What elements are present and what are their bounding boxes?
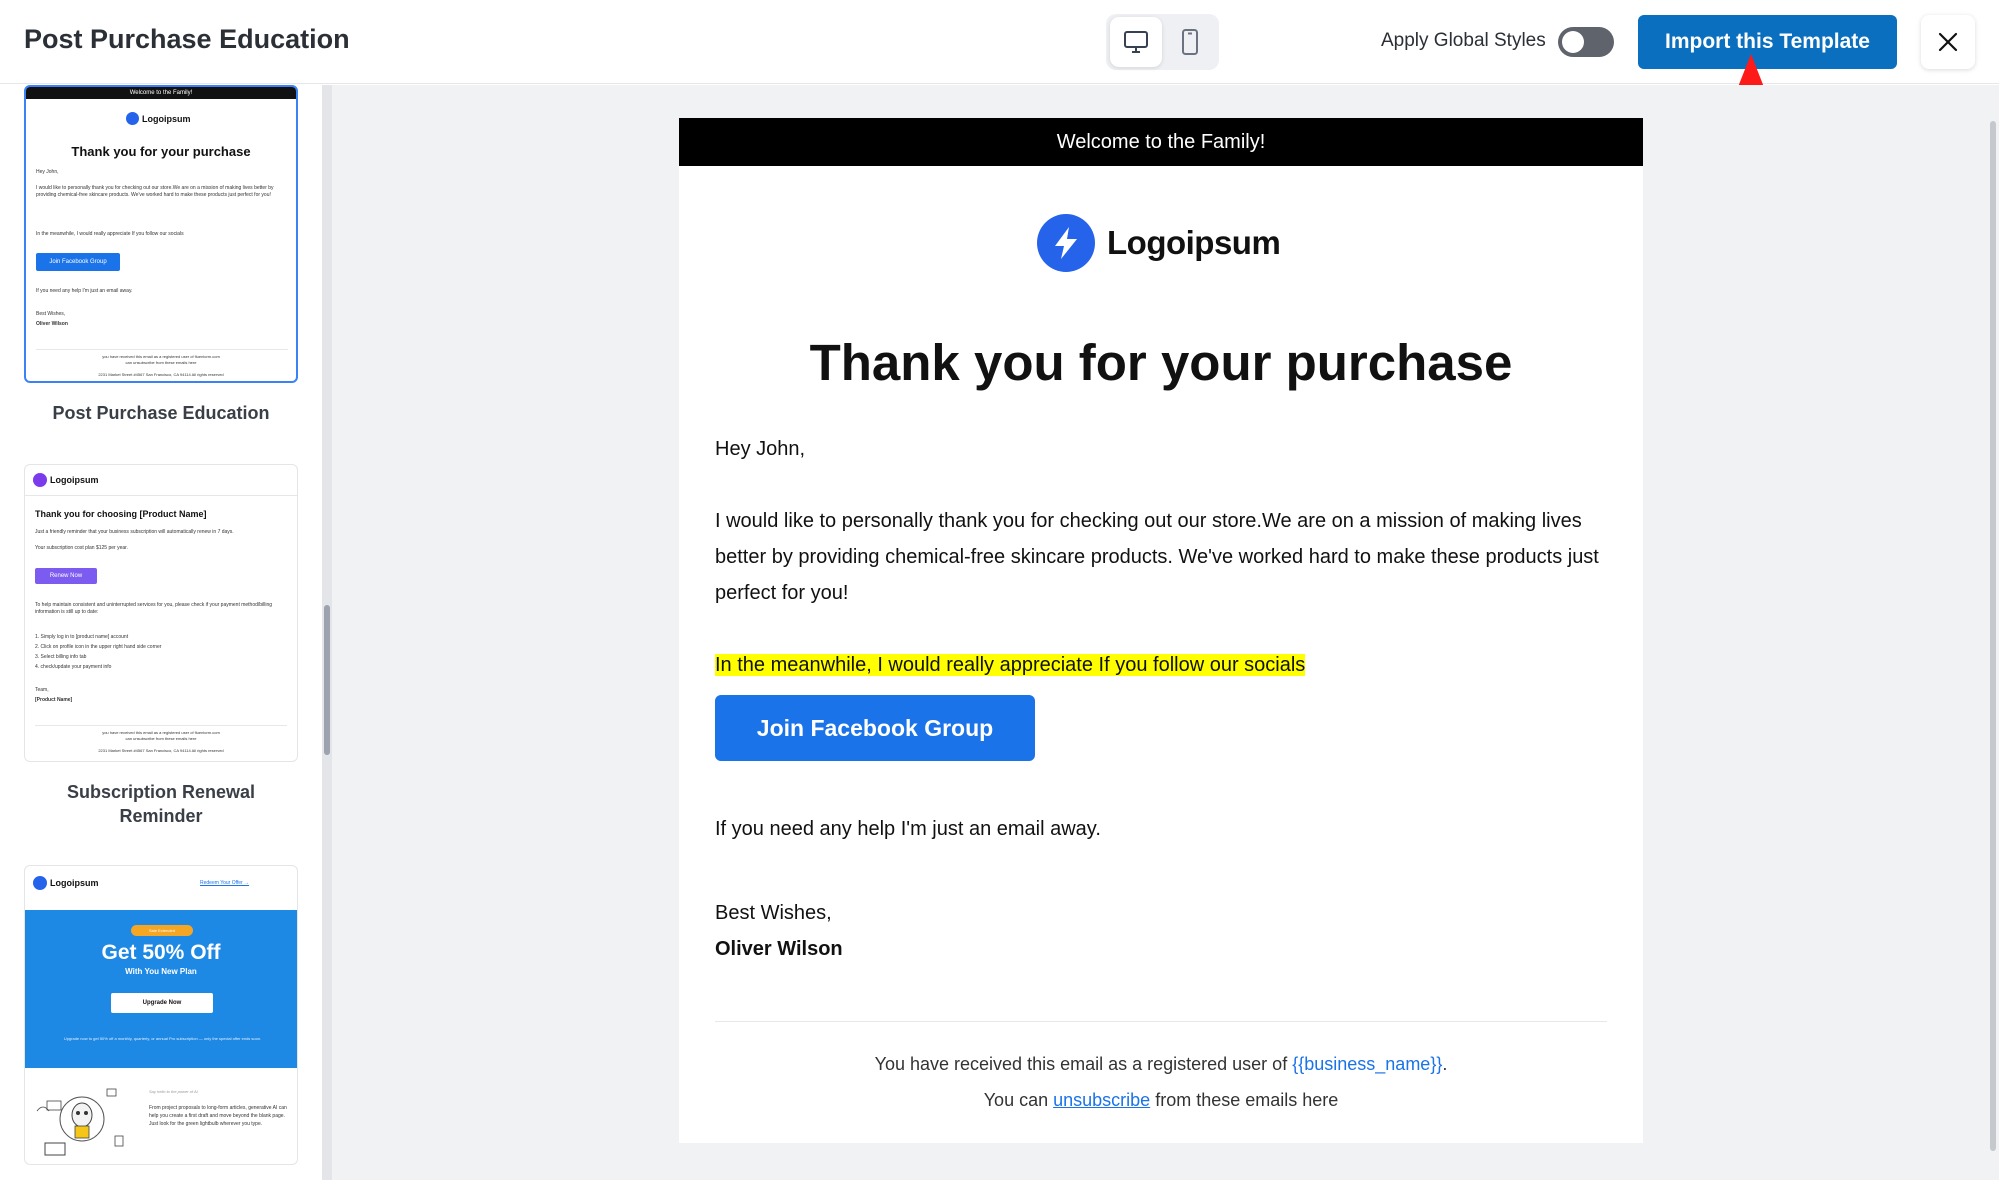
mini-step: 4. check/update your payment info: [35, 664, 112, 670]
mini-team: Team,: [35, 687, 49, 693]
mini-badge: Sale Extended: [131, 925, 193, 936]
mini-heading: Thank you for choosing [Product Name]: [35, 509, 207, 519]
mini-step: 3. Select billing info tab: [35, 654, 87, 660]
highlighted-text: In the meanwhile, I would really appreci…: [715, 654, 1306, 676]
mini-heading: Get 50% Off: [101, 941, 221, 964]
footer-line-1: You have received this email as a regist…: [679, 1054, 1643, 1075]
illustration-image: [36, 1088, 124, 1156]
template-card-upgrade-offer[interactable]: Logoipsum Redeem Your Offer → Sale Exten…: [24, 865, 298, 1165]
desktop-icon: [1124, 31, 1148, 53]
preview-scrollbar[interactable]: [1984, 85, 1999, 1180]
template-name: Post Purchase Education: [52, 403, 270, 423]
apply-global-styles-toggle[interactable]: [1558, 27, 1614, 57]
logo-icon: [126, 112, 139, 125]
mini-step: 2. Click on profile icon in the upper ri…: [35, 644, 162, 650]
template-card-post-purchase[interactable]: Welcome to the Family! Logoipsum Thank y…: [24, 85, 298, 383]
template-sidebar: Welcome to the Family! Logoipsum Thank y…: [0, 85, 322, 1180]
lightning-icon: [1055, 227, 1077, 259]
mini-subheading: With You New Plan: [125, 967, 197, 976]
mini-help: If you need any help I'm just an email a…: [36, 288, 133, 294]
mini-banner: Welcome to the Family!: [26, 87, 296, 99]
mini-line-1: Just a friendly reminder that your busin…: [35, 529, 234, 535]
page-title: Post Purchase Education: [24, 24, 350, 54]
device-toggle: [1106, 14, 1219, 70]
mini-line-2: Your subscription cost plan $125 per yea…: [35, 545, 128, 551]
mini-signature: Oliver Wilson: [36, 321, 68, 327]
mini-footer-2: can unsubscribe from these emails here: [125, 736, 197, 741]
mini-link: Redeem Your Offer →: [200, 880, 250, 886]
mini-body: I would like to personally thank you for…: [36, 185, 274, 198]
email-heading: Thank you for your purchase: [809, 334, 1513, 391]
email-highlight-line: In the meanwhile, I would really appreci…: [715, 647, 1607, 683]
desktop-view-button[interactable]: [1110, 17, 1162, 67]
mini-heading: Thank you for your purchase: [71, 144, 251, 159]
toggle-knob: [1562, 31, 1584, 53]
footer-text: You have received this email as a regist…: [874, 1054, 1288, 1074]
logo-icon: [33, 473, 47, 487]
mini-footer-3: 2231 Market Street #4567 San Francisco, …: [98, 748, 224, 753]
sidebar-scrollbar-thumb[interactable]: [324, 605, 330, 755]
mini-greeting: Hey John,: [36, 169, 59, 175]
mini-product: [Product Name]: [35, 697, 73, 703]
apply-global-styles-label: Apply Global Styles: [1381, 30, 1546, 51]
footer-text: from these emails here: [1155, 1090, 1339, 1110]
mini-logo: Logoipsum: [33, 876, 99, 890]
preview-scrollbar-thumb[interactable]: [1990, 121, 1996, 1151]
template-name: Subscription Renewal Reminder: [66, 782, 256, 826]
mini-button: Upgrade Now: [111, 993, 213, 1013]
mini-caption: Say hello to the power of AI: [149, 1089, 198, 1094]
mini-brand: Logoipsum: [142, 113, 191, 124]
email-preview: Welcome to the Family! Logoipsum Thank y…: [679, 118, 1643, 1143]
mini-highlight: In the meanwhile, I would really appreci…: [36, 231, 184, 237]
lightning-logo-icon: [1037, 214, 1095, 272]
email-signature: Oliver Wilson: [715, 938, 843, 960]
footer-text: .: [1442, 1054, 1448, 1074]
mobile-view-button[interactable]: [1164, 17, 1216, 67]
mini-paragraph: From project proposals to long-form arti…: [149, 1105, 287, 1127]
close-button[interactable]: [1921, 15, 1975, 69]
mini-footer-3: 2231 Market Street #4567 San Francisco, …: [98, 372, 224, 377]
unsubscribe-link[interactable]: unsubscribe: [1053, 1090, 1150, 1110]
mini-button: Renew Now: [35, 568, 97, 584]
mini-paragraph: To help maintain consistent and uninterr…: [35, 602, 273, 615]
email-help-text: If you need any help I'm just an email a…: [715, 818, 1101, 840]
mini-divider: [35, 725, 287, 726]
mini-button: Join Facebook Group: [36, 253, 120, 271]
email-banner: Welcome to the Family!: [679, 118, 1643, 166]
email-greeting: Hey John,: [715, 438, 806, 460]
mini-divider: [36, 349, 288, 350]
mini-small-text: Upgrade now to get 50% off a monthly, qu…: [63, 1036, 262, 1041]
mobile-icon: [1182, 29, 1198, 55]
mini-step: 1. Simply log in to [product name] accou…: [35, 634, 129, 640]
mini-brand: Logoipsum: [50, 475, 99, 485]
join-facebook-group-button[interactable]: Join Facebook Group: [715, 695, 1035, 761]
mini-brand: Logoipsum: [50, 878, 99, 888]
email-body-text: I would like to personally thank you for…: [715, 510, 1599, 604]
business-name-tag: {{business_name}}: [1292, 1054, 1443, 1074]
close-icon: [1938, 32, 1958, 52]
footer-line-2: You can unsubscribe from these emails he…: [679, 1090, 1643, 1111]
email-logo: Logoipsum: [1037, 214, 1281, 272]
footer-divider: [715, 1021, 1607, 1022]
footer-text: You can: [983, 1090, 1049, 1110]
email-brand-name: Logoipsum: [1107, 224, 1281, 261]
email-signoff: Best Wishes,: [715, 902, 832, 924]
mini-divider: [25, 495, 297, 496]
template-card-subscription-renewal[interactable]: Logoipsum Thank you for choosing [Produc…: [24, 464, 298, 762]
logo-icon: [33, 876, 47, 890]
mini-logo: Logoipsum: [33, 473, 99, 487]
mini-signoff: Best Wishes,: [36, 311, 66, 317]
mini-logo: Logoipsum: [126, 112, 191, 125]
mini-footer-2: can unsubscribe from these emails here: [125, 360, 197, 365]
sidebar-scrollbar[interactable]: [322, 85, 332, 1180]
